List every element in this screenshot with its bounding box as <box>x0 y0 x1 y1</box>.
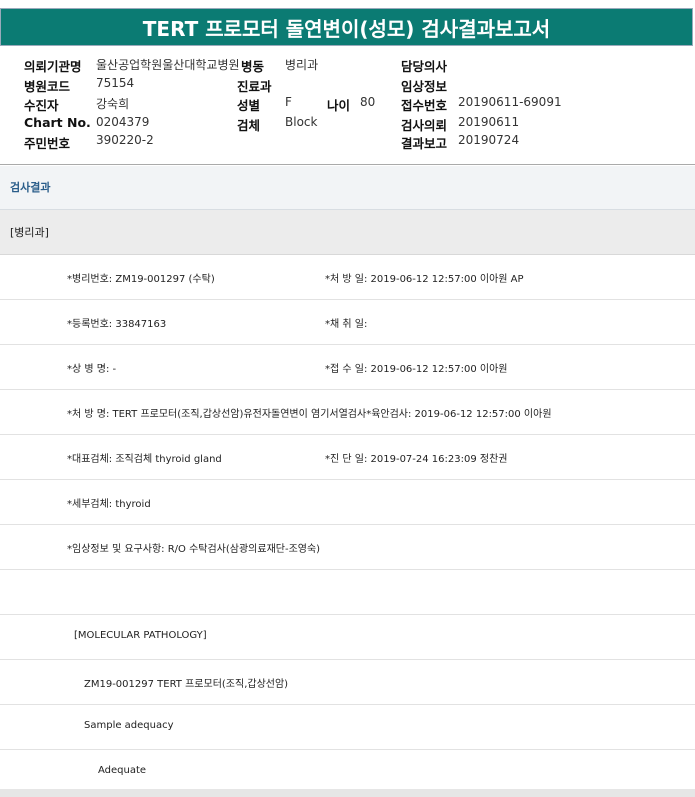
test-id-text: ZM19-001297 TERT 프로모터(조직,갑상선암) <box>84 679 289 690</box>
clinical-info-label: 임상정보 <box>401 79 448 94</box>
result-left-text: *임상정보 및 요구사항: R/O 수탁검사(삼광의료재단-조영숙) <box>67 544 321 555</box>
ward-label: 병동 <box>241 59 265 74</box>
result-row: [MOLECULAR PATHOLOGY] <box>0 615 695 660</box>
receipt-no-value: 20190611-69091 <box>458 95 562 109</box>
chart-no-value: 0204379 <box>96 115 150 129</box>
molecular-pathology-heading: [MOLECULAR PATHOLOGY] <box>74 630 207 641</box>
resident-no-label: 주민번호 <box>24 136 71 151</box>
report-date-value: 20190724 <box>458 133 520 147</box>
result-left-text: *상 병 명: - <box>67 364 117 375</box>
result-left-text: *등록번호: 33847163 <box>67 319 167 330</box>
department-row: [병리과] <box>0 210 695 255</box>
report-title-text: TERT 프로모터 돌연변이(성모) 검사결과보고서 <box>142 16 551 41</box>
patient-value: 강숙희 <box>96 97 130 111</box>
results-section-title: 검사결과 <box>10 181 51 194</box>
specimen-value: Block <box>285 115 318 129</box>
report-title: TERT 프로모터 돌연변이(성모) 검사결과보고서 <box>0 8 693 46</box>
hospital-code-label: 병원코드 <box>24 79 71 94</box>
age-value: 80 <box>360 95 376 109</box>
institution-value: 울산공업학원울산대학교병원 <box>96 58 240 72</box>
result-right-text: *처 방 일: 2019-06-12 12:57:00 이아원 AP <box>325 274 524 285</box>
sex-value: F <box>285 95 292 109</box>
doctor-label: 담당의사 <box>401 59 448 74</box>
department-label: 진료과 <box>237 79 272 94</box>
result-row: *임상정보 및 요구사항: R/O 수탁검사(삼광의료재단-조영숙) <box>0 525 695 570</box>
institution-label: 의뢰기관명 <box>24 59 82 74</box>
header-divider <box>0 164 695 165</box>
result-left-text: *처 방 명: TERT 프로모터(조직,갑상선암)유전자돌연변이 염기서열검사… <box>67 409 552 420</box>
result-row: ZM19-001297 TERT 프로모터(조직,갑상선암) <box>0 660 695 705</box>
result-row: *세부검체: thyroid <box>0 480 695 525</box>
resident-no-value: 390220-2 <box>96 133 154 147</box>
hospital-code-value: 75154 <box>96 76 135 90</box>
sex-label: 성별 <box>237 98 261 113</box>
result-row: *등록번호: 33847163 *채 취 일: <box>0 300 695 345</box>
sample-adequacy-value: Adequate <box>98 765 147 776</box>
request-date-label: 검사의뢰 <box>401 118 448 133</box>
receipt-no-label: 접수번호 <box>401 98 448 113</box>
result-left-text: *대표검체: 조직검체 thyroid gland <box>67 454 222 465</box>
result-row: *상 병 명: - *접 수 일: 2019-06-12 12:57:00 이아… <box>0 345 695 390</box>
result-left-text: *병리번호: ZM19-001297 (수탁) <box>67 274 215 285</box>
department-name: [병리과] <box>10 226 49 239</box>
result-right-text: *채 취 일: <box>325 319 368 330</box>
specimen-label: 검체 <box>237 118 261 133</box>
sample-adequacy-label: Sample adequacy <box>84 720 174 731</box>
results-section-header: 검사결과 <box>0 166 695 210</box>
result-row: *처 방 명: TERT 프로모터(조직,갑상선암)유전자돌연변이 염기서열검사… <box>0 390 695 435</box>
result-row: *병리번호: ZM19-001297 (수탁) *처 방 일: 2019-06-… <box>0 255 695 300</box>
result-row: *대표검체: 조직검체 thyroid gland *진 단 일: 2019-0… <box>0 435 695 480</box>
result-left-text: *세부검체: thyroid <box>67 499 151 510</box>
ward-value: 병리과 <box>285 58 319 72</box>
report-date-label: 결과보고 <box>401 136 448 151</box>
request-date-value: 20190611 <box>458 115 520 129</box>
result-right-text: *접 수 일: 2019-06-12 12:57:00 이아원 <box>325 364 508 375</box>
result-right-text: *진 단 일: 2019-07-24 16:23:09 정찬권 <box>325 454 508 465</box>
result-row: Sample adequacy <box>0 705 695 750</box>
chart-no-label: Chart No. <box>24 115 91 130</box>
patient-info-block: 의뢰기관명 울산공업학원울산대학교병원 병동 병리과 담당의사 병원코드 751… <box>0 50 695 160</box>
age-label: 나이 <box>327 98 351 113</box>
bottom-scroll-strip <box>0 789 695 797</box>
result-row-empty <box>0 570 695 615</box>
patient-label: 수진자 <box>24 98 59 113</box>
